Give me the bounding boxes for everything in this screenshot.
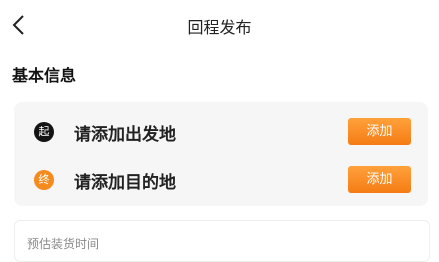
end-badge-icon: 终 (34, 170, 54, 190)
destination-row[interactable]: 终 请添加目的地 添加 (14, 160, 428, 200)
departure-label[interactable]: 请添加出发地 (74, 120, 176, 145)
load-time-field[interactable]: 预估装货时间 (14, 220, 430, 262)
start-badge-icon: 起 (34, 122, 54, 142)
route-card: 起 请添加出发地 添加 终 请添加目的地 添加 (14, 102, 428, 206)
page-title: 回程发布 (187, 18, 252, 37)
header-bar: 回程发布 (0, 0, 439, 50)
departure-row[interactable]: 起 请添加出发地 添加 (14, 112, 428, 152)
destination-label[interactable]: 请添加目的地 (74, 168, 176, 193)
add-destination-button[interactable]: 添加 (348, 166, 411, 193)
add-departure-button[interactable]: 添加 (348, 118, 411, 145)
section-title: 基本信息 (12, 66, 77, 85)
load-time-placeholder: 预估装货时间 (27, 237, 100, 251)
